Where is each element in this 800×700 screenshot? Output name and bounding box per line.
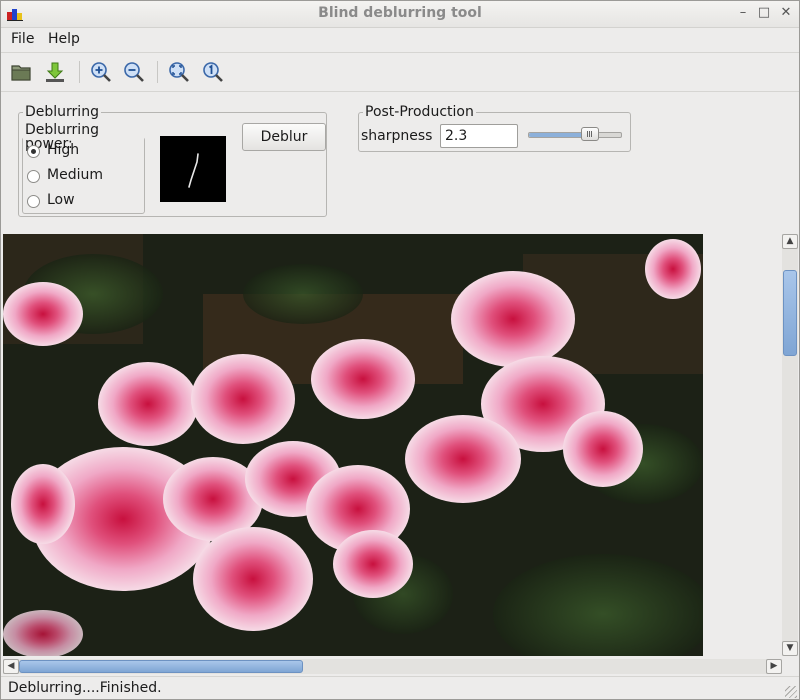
open-folder-icon[interactable] <box>9 60 33 84</box>
maximize-icon[interactable]: □ <box>755 4 773 22</box>
scroll-down-icon[interactable]: ▼ <box>782 641 798 656</box>
scroll-left-icon[interactable]: ◀ <box>3 659 19 674</box>
deblur-button[interactable]: Deblur <box>242 123 326 151</box>
radio-low-button[interactable] <box>27 195 40 208</box>
sharpness-slider-handle[interactable] <box>581 127 599 141</box>
radio-medium-label: Medium <box>47 167 103 183</box>
radio-high-label: High <box>47 142 80 158</box>
zoom-original-icon[interactable] <box>201 60 225 84</box>
horizontal-scrollbar[interactable]: ◀ ▶ <box>3 659 782 674</box>
deblurring-group-title: Deblurring <box>25 104 99 120</box>
zoom-fit-icon[interactable] <box>167 60 191 84</box>
zoom-in-icon[interactable] <box>89 60 113 84</box>
app-window: Blind deblurring tool – □ ✕ File Help De… <box>0 0 800 700</box>
resize-grip-icon[interactable] <box>785 686 797 698</box>
radio-low-label: Low <box>47 192 75 208</box>
radio-high-button[interactable] <box>27 145 40 158</box>
menu-file[interactable]: File <box>11 31 34 47</box>
title-bar[interactable]: Blind deblurring tool – □ ✕ <box>1 1 799 28</box>
radio-medium-button[interactable] <box>27 170 40 183</box>
scroll-right-icon[interactable]: ▶ <box>766 659 782 674</box>
close-icon[interactable]: ✕ <box>777 4 795 22</box>
deblurred-photo <box>3 234 703 656</box>
minimize-icon[interactable]: – <box>734 4 752 22</box>
menu-bar: File Help <box>1 28 799 50</box>
scroll-up-icon[interactable]: ▲ <box>782 234 798 249</box>
image-viewport[interactable] <box>3 234 782 656</box>
sharpness-label: sharpness <box>361 128 433 144</box>
zoom-out-icon[interactable] <box>122 60 146 84</box>
deblurring-power-title: Deblurring power: <box>25 122 99 152</box>
vertical-scroll-thumb[interactable] <box>783 270 797 356</box>
toolbar <box>1 52 799 92</box>
sharpness-slider[interactable] <box>528 127 622 141</box>
sharpness-input[interactable]: 2.3 <box>440 124 518 148</box>
status-message: Deblurring....Finished. <box>8 680 162 696</box>
status-bar: Deblurring....Finished. <box>1 676 799 699</box>
post-production-group-title: Post-Production <box>365 104 474 120</box>
vertical-scrollbar[interactable]: ▲ ▼ <box>782 234 798 656</box>
window-title: Blind deblurring tool <box>318 5 482 21</box>
save-download-icon[interactable] <box>43 60 67 84</box>
menu-help[interactable]: Help <box>48 31 80 47</box>
blur-kernel-preview <box>160 136 226 202</box>
horizontal-scroll-thumb[interactable] <box>19 660 303 673</box>
